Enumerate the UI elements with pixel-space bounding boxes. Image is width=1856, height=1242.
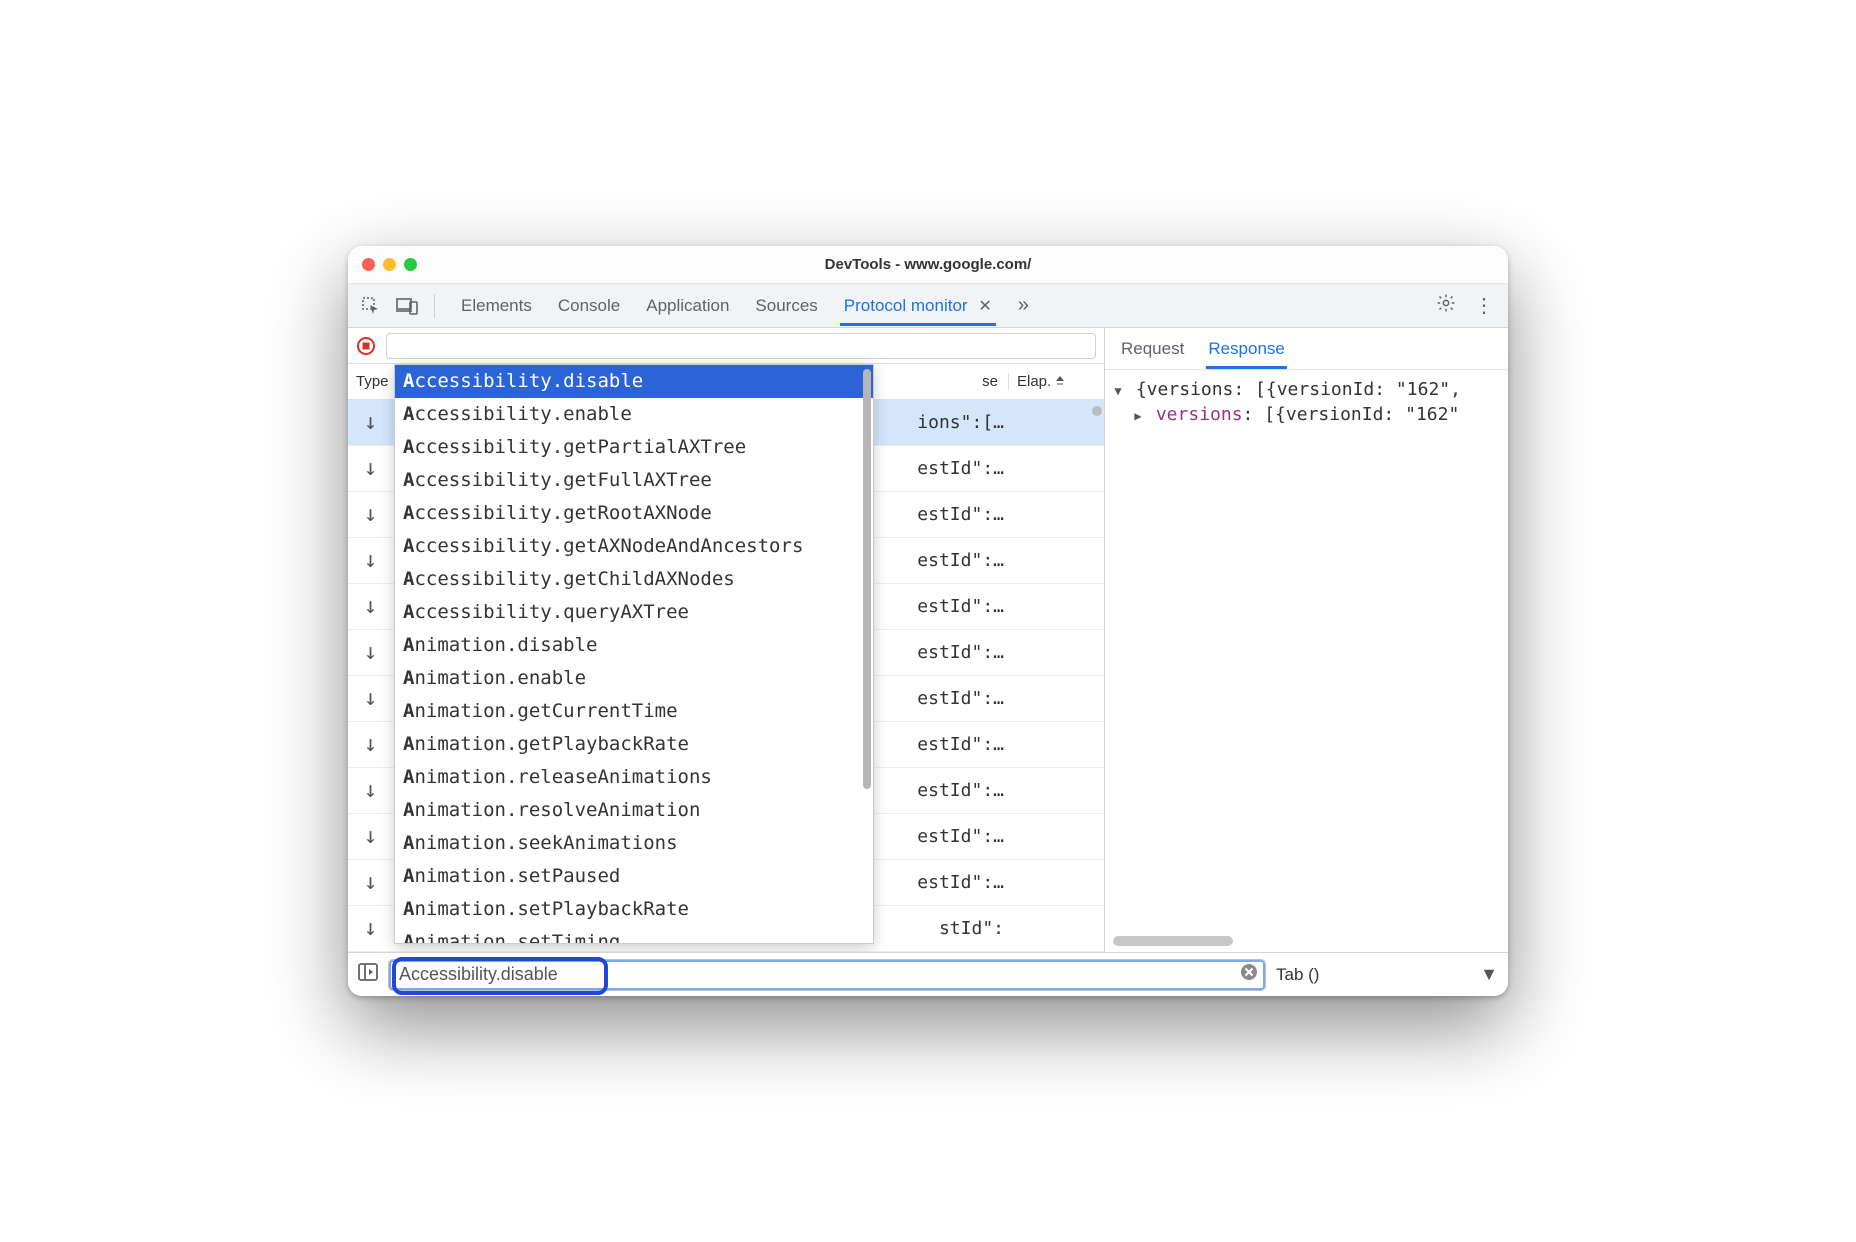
sent-arrow-icon: ↓ — [348, 594, 393, 619]
inspect-element-icon[interactable] — [356, 291, 386, 321]
protocol-table-pane: Type se Elap. ↓ions":[…↓estId":…↓estId":… — [348, 328, 1104, 952]
sent-arrow-icon: ↓ — [348, 824, 393, 849]
autocomplete-item[interactable]: Animation.enable — [395, 662, 873, 695]
command-bar: Tab () ▼ — [348, 952, 1508, 996]
sent-arrow-icon: ↓ — [348, 870, 393, 895]
tab-elements[interactable]: Elements — [457, 286, 536, 326]
autocomplete-item[interactable]: Accessibility.queryAXTree — [395, 596, 873, 629]
header-type[interactable]: Type — [348, 373, 393, 390]
clear-input-icon[interactable] — [1240, 963, 1258, 986]
autocomplete-item[interactable]: Animation.disable — [395, 629, 873, 662]
response-body: {versions: [{versionId: "162", versions:… — [1105, 370, 1508, 952]
received-arrow-icon: ↓ — [348, 410, 393, 435]
autocomplete-item[interactable]: Accessibility.disable — [395, 365, 873, 398]
autocomplete-item[interactable]: Animation.setTiming — [395, 926, 873, 944]
record-button[interactable] — [356, 336, 376, 356]
autocomplete-popup: Accessibility.disableAccessibility.enabl… — [394, 364, 874, 944]
autocomplete-item[interactable]: Animation.getPlaybackRate — [395, 728, 873, 761]
autocomplete-item[interactable]: Animation.setPlaybackRate — [395, 893, 873, 926]
traffic-lights — [348, 258, 417, 271]
toolbar: Elements Console Application Sources Pro… — [348, 284, 1508, 328]
content: Type se Elap. ↓ions":[…↓estId":…↓estId":… — [348, 328, 1508, 952]
command-input-wrap — [388, 959, 1266, 991]
tab-protocol-monitor-label: Protocol monitor — [844, 296, 968, 315]
sort-icon — [1055, 376, 1065, 388]
panel-tabs: Elements Console Application Sources Pro… — [447, 286, 1033, 326]
horizontal-scrollbar[interactable] — [1113, 936, 1233, 946]
sent-arrow-icon: ↓ — [348, 732, 393, 757]
details-tabs: Request Response — [1105, 328, 1508, 370]
expand-icon[interactable] — [1131, 403, 1145, 428]
autocomplete-item[interactable]: Accessibility.getChildAXNodes — [395, 563, 873, 596]
sent-arrow-icon: ↓ — [348, 548, 393, 573]
filter-input[interactable] — [386, 333, 1096, 359]
autocomplete-item[interactable]: Animation.getCurrentTime — [395, 695, 873, 728]
device-toolbar-icon[interactable] — [392, 291, 422, 321]
json-root[interactable]: {versions: [{versionId: "162", — [1111, 378, 1502, 403]
autocomplete-item[interactable]: Animation.releaseAnimations — [395, 761, 873, 794]
autocomplete-item[interactable]: Accessibility.getRootAXNode — [395, 497, 873, 530]
window-title: DevTools - www.google.com/ — [348, 256, 1508, 273]
command-input[interactable] — [388, 959, 1266, 991]
autocomplete-item[interactable]: Accessibility.getAXNodeAndAncestors — [395, 530, 873, 563]
filter-row — [348, 328, 1104, 364]
tab-sources[interactable]: Sources — [751, 286, 821, 326]
autocomplete-item[interactable]: Accessibility.getPartialAXTree — [395, 431, 873, 464]
header-elapsed[interactable]: Elap. — [1008, 373, 1104, 390]
devtools-window: DevTools - www.google.com/ Elements Cons… — [348, 246, 1508, 996]
dropdown-caret-icon[interactable]: ▼ — [1480, 964, 1498, 985]
tab-protocol-monitor[interactable]: Protocol monitor ✕ — [840, 286, 996, 326]
tab-hint: Tab () — [1276, 965, 1470, 985]
autocomplete-item[interactable]: Accessibility.getFullAXTree — [395, 464, 873, 497]
tab-console[interactable]: Console — [554, 286, 624, 326]
sent-arrow-icon: ↓ — [348, 456, 393, 481]
tab-response[interactable]: Response — [1206, 329, 1287, 369]
expand-icon[interactable] — [1111, 378, 1125, 403]
details-pane: Request Response {versions: [{versionId:… — [1104, 328, 1508, 952]
autocomplete-item[interactable]: Animation.seekAnimations — [395, 827, 873, 860]
titlebar: DevTools - www.google.com/ — [348, 246, 1508, 284]
sent-arrow-icon: ↓ — [348, 502, 393, 527]
tab-request[interactable]: Request — [1119, 329, 1186, 369]
tab-application[interactable]: Application — [642, 286, 733, 326]
autocomplete-item[interactable]: Animation.resolveAnimation — [395, 794, 873, 827]
sent-arrow-icon: ↓ — [348, 686, 393, 711]
sent-arrow-icon: ↓ — [348, 778, 393, 803]
zoom-window-button[interactable] — [404, 258, 417, 271]
more-tabs-icon[interactable]: » — [1014, 290, 1033, 321]
sent-arrow-icon: ↓ — [348, 640, 393, 665]
close-tab-icon[interactable]: ✕ — [978, 298, 991, 315]
kebab-menu-icon[interactable]: ⋮ — [1468, 287, 1500, 324]
scrollbar-indicator[interactable] — [1092, 406, 1102, 416]
autocomplete-scrollbar[interactable] — [863, 369, 871, 829]
settings-icon[interactable] — [1430, 287, 1462, 325]
divider — [434, 294, 435, 318]
minimize-window-button[interactable] — [383, 258, 396, 271]
autocomplete-item[interactable]: Animation.setPaused — [395, 860, 873, 893]
json-child[interactable]: versions: [{versionId: "162" — [1111, 403, 1502, 428]
autocomplete-item[interactable]: Accessibility.enable — [395, 398, 873, 431]
drawer-toggle-icon[interactable] — [358, 963, 378, 986]
sent-arrow-icon: ↓ — [348, 916, 393, 941]
close-window-button[interactable] — [362, 258, 375, 271]
